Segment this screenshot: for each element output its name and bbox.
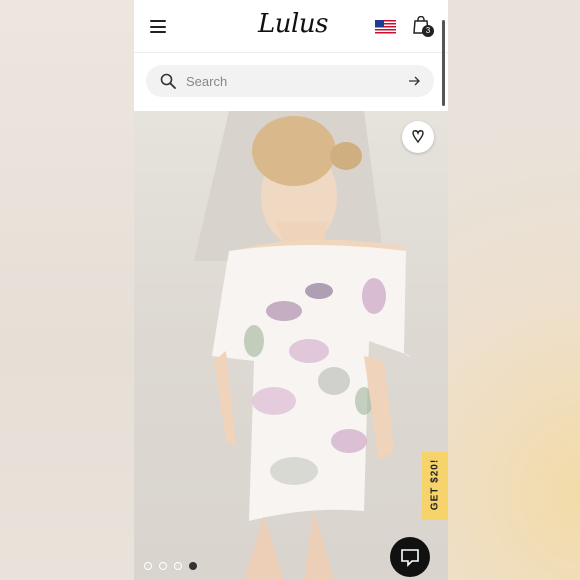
cart-count-badge: 3 [422, 25, 434, 37]
product-photo-illustration [194, 111, 411, 580]
search-icon [160, 73, 176, 89]
chat-icon [401, 549, 419, 567]
hamburger-menu-icon[interactable] [150, 20, 166, 33]
heart-icon [412, 130, 424, 144]
background-right [448, 0, 580, 580]
chat-button[interactable] [390, 537, 430, 577]
search-bar[interactable] [146, 65, 434, 97]
carousel-dot-active[interactable] [189, 562, 197, 570]
search-input[interactable] [186, 72, 396, 90]
carousel-dot[interactable] [144, 562, 152, 570]
promo-tab[interactable]: GET $20! [422, 452, 448, 520]
promo-label: GET $20! [429, 458, 441, 511]
us-flag-icon[interactable] [375, 20, 396, 35]
carousel-dot[interactable] [174, 562, 182, 570]
site-logo[interactable]: Lulus [258, 9, 328, 39]
arrow-right-icon[interactable] [408, 75, 420, 87]
wishlist-button[interactable] [402, 121, 434, 153]
background-left [0, 0, 134, 580]
scrollbar[interactable] [442, 20, 445, 106]
mobile-page: Lulus 3 Search GET $20! [134, 0, 448, 580]
site-header: Lulus 3 [134, 0, 448, 53]
carousel-dot[interactable] [159, 562, 167, 570]
product-image[interactable]: GET $20! [134, 111, 448, 580]
